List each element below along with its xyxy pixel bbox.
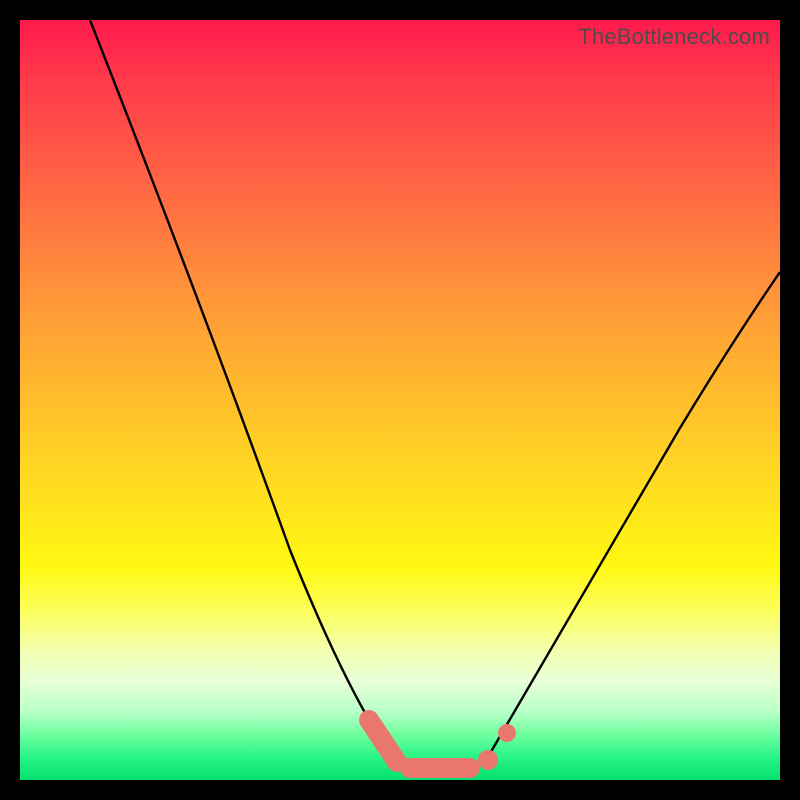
curve-right-branch <box>485 272 780 762</box>
chart-frame: TheBottleneck.com <box>0 0 800 800</box>
marker-right-2 <box>498 724 516 742</box>
marker-left-entry <box>369 720 397 762</box>
curve-svg <box>20 20 780 780</box>
curve-left-branch <box>90 20 398 765</box>
plot-area: TheBottleneck.com <box>20 20 780 780</box>
marker-right-1 <box>478 750 498 770</box>
